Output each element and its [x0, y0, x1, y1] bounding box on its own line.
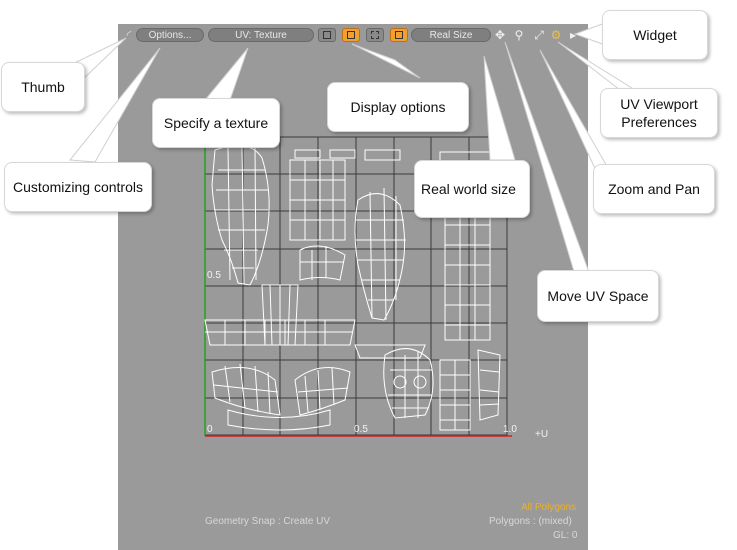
callout-widget: Widget	[602, 10, 708, 60]
callout-zoom-and-pan: Zoom and Pan	[593, 164, 715, 214]
callout-real-world-size: Real world size	[414, 160, 530, 218]
callout-thumb: Thumb	[1, 62, 85, 112]
zoom-icon[interactable]: ⚲	[512, 28, 526, 42]
display-wireframe-icon[interactable]	[318, 28, 336, 42]
callout-display-options: Display options	[327, 82, 469, 132]
gl-status-text: GL: 0	[553, 530, 578, 541]
callout-uv-viewport-preferences: UV Viewport Preferences	[600, 88, 718, 138]
display-checker-icon[interactable]	[342, 28, 360, 42]
thumb-icon[interactable]: ◜	[122, 28, 136, 42]
u-axis-label: +U	[535, 429, 549, 440]
callout-specify-texture: Specify a texture	[152, 98, 280, 148]
real-size-button[interactable]: Real Size	[411, 28, 491, 42]
display-texture-icon[interactable]	[390, 28, 408, 42]
u-half-label: 0.5	[354, 424, 368, 435]
snap-status-text: Geometry Snap : Create UV	[205, 516, 331, 527]
selection-mode-text: All Polygons	[521, 502, 577, 513]
pan-icon[interactable]: ⤢	[532, 28, 546, 42]
u-zero-label: 0	[207, 424, 213, 435]
polygons-status-text: Polygons : (mixed)	[489, 516, 572, 527]
v-half-label: 0.5	[207, 270, 221, 281]
display-stripes-icon[interactable]	[366, 28, 384, 42]
callout-customizing-controls: Customizing controls	[4, 162, 152, 212]
widget-arrow-icon[interactable]: ▸	[566, 28, 580, 42]
options-button[interactable]: Options...	[136, 28, 204, 42]
callout-move-uv-space: Move UV Space	[537, 270, 659, 322]
move-uv-icon[interactable]: ✥	[493, 28, 507, 42]
gear-icon[interactable]: ⚙	[549, 28, 563, 42]
u-one-label: 1.0	[503, 424, 517, 435]
uv-texture-dropdown[interactable]: UV: Texture	[208, 28, 314, 42]
